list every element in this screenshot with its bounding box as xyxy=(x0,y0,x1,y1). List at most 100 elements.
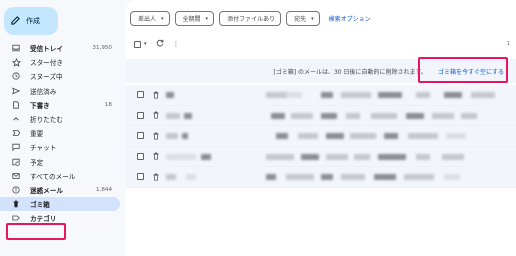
redacted-text xyxy=(321,174,333,180)
pencil-icon xyxy=(11,15,20,27)
table-row[interactable] xyxy=(126,187,516,208)
sidebar-nav: 受信トレイ 31,950 スター付きスヌーズ中送信済み下書き 18 折りたたむ重要 チャッ… xyxy=(0,41,126,225)
sidebar-item-starred[interactable]: スター付き xyxy=(0,55,120,69)
table-row[interactable] xyxy=(126,126,516,147)
redacted-text xyxy=(371,112,397,119)
advanced-search-link[interactable]: 検索オプション xyxy=(329,14,371,23)
sidebar-item-spam[interactable]: 迷惑メール 1,844 xyxy=(0,183,120,197)
redacted-text xyxy=(442,153,464,160)
sidebar-item-count: 1,844 xyxy=(95,186,112,193)
spam-icon xyxy=(11,185,21,195)
row-checkbox[interactable] xyxy=(137,132,144,140)
trash-icon xyxy=(152,111,160,119)
sidebar-item-chat[interactable]: チャット xyxy=(0,140,120,154)
table-row[interactable] xyxy=(126,146,516,167)
redacted-text xyxy=(446,133,466,139)
chevron-down-icon: ▾ xyxy=(161,15,164,22)
trash-icon xyxy=(152,132,160,140)
redacted-text xyxy=(341,174,365,180)
empty-trash-button[interactable]: ゴミ箱を今すぐ空にする xyxy=(438,67,504,76)
toolbar: ▾ ⋮ xyxy=(134,39,180,49)
redacted-text xyxy=(378,92,402,98)
select-all-checkbox[interactable] xyxy=(134,40,141,48)
filter-chip-label: 添付ファイルあり xyxy=(227,16,276,23)
trash-icon xyxy=(11,199,21,209)
sidebar-item-label: 折りたたむ xyxy=(30,116,63,125)
table-row[interactable] xyxy=(126,105,516,126)
sidebar-item-drafts[interactable]: 下書き 18 xyxy=(0,98,120,112)
sidebar-item-inbox[interactable]: 受信トレイ 31,950 xyxy=(0,41,120,55)
refresh-icon[interactable] xyxy=(156,39,164,49)
filter-chip[interactable]: 差出人 ▾ xyxy=(130,11,170,26)
sidebar-item-trash[interactable]: ゴミ箱 xyxy=(0,197,120,212)
sidebar-item-less[interactable]: 折りたたむ xyxy=(0,112,120,126)
sidebar-item-label: 下書き xyxy=(30,101,50,110)
redacted-text xyxy=(286,174,314,180)
sidebar-item-important[interactable]: 重要 xyxy=(0,126,120,140)
trash-icon xyxy=(152,91,160,99)
sidebar-item-label: ゴミ箱 xyxy=(30,201,50,210)
sidebar-item-label: 重要 xyxy=(30,130,44,139)
redacted-text xyxy=(321,92,333,98)
compose-button[interactable]: 作成 xyxy=(4,7,58,35)
filter-chip[interactable]: 添付ファイルあり xyxy=(219,11,282,26)
chat-icon xyxy=(11,142,21,152)
redacted-text xyxy=(346,112,360,119)
chevron-down-icon[interactable]: ▾ xyxy=(144,41,147,47)
redacted-text xyxy=(266,174,276,180)
banner-message: [ゴミ箱] のメールは、30 日後に自動的に削除されます。 xyxy=(273,68,427,76)
sidebar-item-all[interactable]: すべてのメール xyxy=(0,169,120,183)
message-list xyxy=(126,85,516,208)
sidebar-item-label: すべてのメール xyxy=(30,172,76,181)
row-checkbox[interactable] xyxy=(137,152,144,160)
chevron-up-icon xyxy=(11,114,21,124)
redacted-text xyxy=(276,133,288,139)
redacted-text xyxy=(378,153,406,160)
redacted-text xyxy=(166,153,196,160)
row-checkbox[interactable] xyxy=(137,111,144,119)
redacted-text xyxy=(321,112,337,119)
redacted-text xyxy=(416,153,430,160)
sidebar-item-sent[interactable]: 送信済み xyxy=(0,84,120,98)
filter-chip-label: 全期間 xyxy=(182,16,201,23)
select-all[interactable]: ▾ xyxy=(134,40,147,48)
redacted-text xyxy=(301,153,319,160)
sidebar-item-scheduled[interactable]: 予定 xyxy=(0,155,120,169)
sidebar-item-categories[interactable]: カテゴリ xyxy=(0,211,120,225)
sidebar-item-label: 送信済み xyxy=(30,87,57,96)
redacted-text xyxy=(406,112,424,119)
sidebar-item-label: カテゴリ xyxy=(30,215,57,224)
sidebar-item-label: スター付き xyxy=(30,59,63,68)
sidebar-item-snoozed[interactable]: スヌーズ中 xyxy=(0,69,120,83)
row-checkbox[interactable] xyxy=(137,91,144,99)
redacted-text xyxy=(201,153,211,160)
redacted-text xyxy=(186,174,196,180)
redacted-text xyxy=(184,112,192,119)
redacted-text xyxy=(461,112,477,119)
more-vert-icon[interactable]: ⋮ xyxy=(173,40,180,48)
draft-icon xyxy=(11,100,21,110)
sidebar-item-count: 31,950 xyxy=(92,45,112,52)
chevron-down-icon: ▾ xyxy=(205,15,209,22)
search-filter-chips: 差出人 ▾ 全期間 ▾ 添付ファイルあり 宛先 ▾ 検索オプション xyxy=(130,11,371,26)
table-row[interactable] xyxy=(126,167,516,188)
sidebar-item-label: 予定 xyxy=(30,158,44,167)
redacted-text xyxy=(291,112,313,119)
redacted-text xyxy=(166,112,180,119)
filter-chip[interactable]: 宛先 ▾ xyxy=(286,11,320,26)
filter-chip[interactable]: 全期間 ▾ xyxy=(174,11,215,26)
redacted-text xyxy=(341,92,371,98)
sidebar-item-label: スヌーズ中 xyxy=(30,73,63,82)
redacted-text xyxy=(416,92,430,98)
redacted-text xyxy=(374,174,396,180)
sidebar-item-count: 18 xyxy=(104,101,112,108)
filter-chip-label: 差出人 xyxy=(138,16,157,23)
row-checkbox[interactable] xyxy=(137,173,144,181)
send-icon xyxy=(11,86,21,96)
trash-highlight-box xyxy=(6,223,66,240)
redacted-text xyxy=(354,153,370,160)
redacted-text xyxy=(266,153,294,160)
redacted-text xyxy=(166,92,174,98)
redacted-text xyxy=(444,174,460,180)
table-row[interactable] xyxy=(126,85,516,106)
